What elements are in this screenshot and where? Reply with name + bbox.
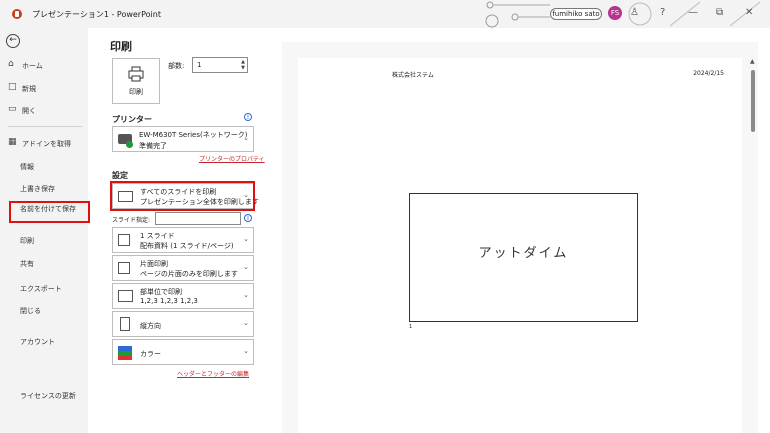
page-title: 印刷 [110,40,132,53]
sides-title: 片面印刷 [140,260,168,268]
sidebar-item-label: アドインを取得 [22,140,71,148]
one-sided-icon [118,262,130,274]
orientation-title: 縦方向 [140,322,161,330]
window-title: プレゼンテーション1 - PowerPoint [32,10,161,19]
printer-status: 準備完了 [139,142,167,150]
preview-slide-text: アットダイム [478,246,569,261]
layout-desc: 配布資料 (1 スライド/ページ) [140,242,234,250]
sidebar-item-label: ホーム [22,62,43,70]
print-button-label: 印刷 [129,88,143,96]
color-title: カラー [140,350,161,358]
chevron-down-icon: ⌄ [243,263,249,271]
chevron-down-icon: ⌄ [243,134,249,142]
back-button[interactable]: ← [6,34,20,48]
printer-dropdown[interactable]: EW-M630T Series(ネットワーク) 準備完了 ⌄ [112,126,254,152]
scroll-up-icon[interactable]: ▲ [750,58,755,65]
chevron-down-icon: ⌄ [243,319,249,327]
sidebar-item-label: アカウント [20,338,55,346]
preview-company: 株式会社ステム [392,72,434,79]
preview-slide: アットダイム [409,193,638,322]
printer-icon [128,66,144,82]
copies-value: 1 [197,61,202,69]
layout-dropdown[interactable]: 1 スライド 配布資料 (1 スライド/ページ) ⌄ [112,227,254,253]
scroll-thumb[interactable] [751,70,755,132]
color-icon [118,346,132,360]
sidebar-item-new[interactable]: □ 新規 [0,80,88,96]
sidebar-item-account[interactable]: アカウント [0,333,88,349]
printer-ready-icon [126,141,133,148]
print-range-highlight-box [110,181,255,211]
chevron-down-icon: ⌄ [243,235,249,243]
help-button[interactable]: ? [660,7,665,18]
folder-icon: ▭ [8,104,17,114]
printer-properties-link[interactable]: プリンターのプロパティ [199,154,265,163]
printer-name: EW-M630T Series(ネットワーク) [139,131,248,139]
coauthor-icon[interactable]: ♙ [630,7,639,18]
collation-title: 部単位で印刷 [140,288,182,296]
title-bar: プレゼンテーション1 - PowerPoint fumihiko sato FS… [0,0,770,28]
collation-desc: 1,2,3 1,2,3 1,2,3 [140,297,198,305]
sidebar-item-share[interactable]: 共有 [0,255,88,271]
orientation-dropdown[interactable]: 縦方向 ⌄ [112,311,254,337]
slide-spec-label: スライド指定: [112,217,151,224]
preview-scrollbar[interactable]: ▲ [749,58,757,433]
portrait-icon [120,317,130,331]
backstage-sidebar: ← ⌂ ホーム □ 新規 ▭ 開く ▦ アドインを取得 情報 上書き保存 名前を… [0,28,88,433]
sidebar-item-info[interactable]: 情報 [0,158,88,174]
chevron-down-icon: ⌄ [243,347,249,355]
sidebar-item-label: 上書き保存 [20,185,55,193]
slide-spec-info-icon[interactable]: i [244,214,252,222]
sidebar-item-open[interactable]: ▭ 開く [0,102,88,118]
sidebar-item-label: 情報 [20,163,34,171]
printer-info-icon[interactable]: i [244,113,252,121]
header-footer-link[interactable]: ヘッダーとフッターの編集 [177,369,249,378]
settings-heading: 設定 [112,171,128,180]
minimize-button[interactable]: — [688,7,698,18]
home-icon: ⌂ [8,59,14,69]
sidebar-item-export[interactable]: エクスポート [0,280,88,296]
printer-heading: プリンター [112,115,152,124]
sidebar-item-close[interactable]: 閉じる [0,302,88,318]
sidebar-item-label: 閉じる [20,307,41,315]
sidebar-item-home[interactable]: ⌂ ホーム [0,57,88,73]
sidebar-item-save[interactable]: 上書き保存 [0,180,88,196]
sidebar-item-label: ライセンスの更新 [20,392,76,400]
restore-button[interactable]: ⧉ [716,7,723,18]
new-document-icon: □ [8,82,17,92]
preview-page: 株式会社ステム 2024/2/15 アットダイム 1 [298,58,742,433]
preview-page-number: 1 [409,324,413,330]
sidebar-item-get-addins[interactable]: ▦ アドインを取得 [0,135,88,151]
layout-title: 1 スライド [140,232,175,240]
close-button[interactable]: ✕ [745,7,753,18]
sides-dropdown[interactable]: 片面印刷 ページの片面のみを印刷します ⌄ [112,255,254,281]
sidebar-item-label: 印刷 [20,237,34,245]
sidebar-item-label: エクスポート [20,285,62,293]
sidebar-item-label: 共有 [20,260,34,268]
sidebar-item-print[interactable]: 印刷 [0,232,88,248]
sidebar-item-renew-license[interactable]: ライセンスの更新 [0,387,88,403]
grid-icon: ▦ [8,137,17,147]
chevron-down-icon: ⌄ [243,291,249,299]
collation-dropdown[interactable]: 部単位で印刷 1,2,3 1,2,3 1,2,3 ⌄ [112,283,254,309]
powerpoint-logo-icon [12,9,22,19]
preview-date: 2024/2/15 [693,70,724,77]
full-page-slide-icon [118,234,130,246]
print-button[interactable]: 印刷 [112,58,160,104]
account-name[interactable]: fumihiko sato [550,8,602,20]
sidebar-item-label: 新規 [22,85,36,93]
sidebar-item-label: 開く [22,107,36,115]
slide-spec-input[interactable] [155,212,241,225]
copies-input[interactable]: 1 ▲ ▼ [192,57,248,73]
sidebar-divider [8,126,82,127]
collated-icon [118,290,133,302]
copies-label: 部数: [168,62,185,70]
copies-spinner-icon[interactable]: ▲ ▼ [241,59,245,71]
print-highlight-box [9,201,90,223]
color-dropdown[interactable]: カラー ⌄ [112,339,254,365]
avatar[interactable]: FS [608,6,622,20]
sides-desc: ページの片面のみを印刷します [140,270,238,278]
